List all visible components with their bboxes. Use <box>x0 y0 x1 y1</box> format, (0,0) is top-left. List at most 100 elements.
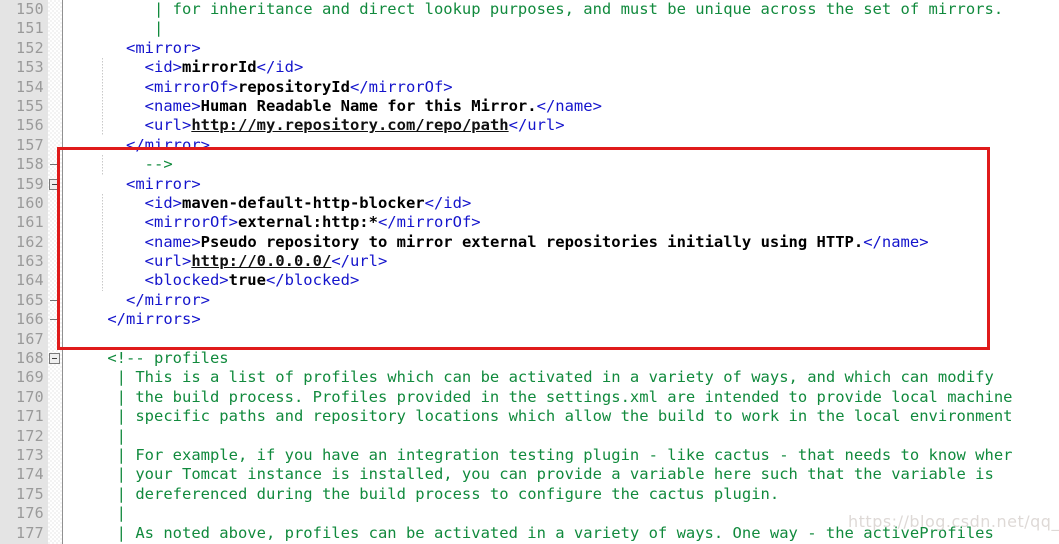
line-number: 173 <box>16 445 44 464</box>
code-token-cmt: <!-- profiles <box>70 349 229 368</box>
code-token-txt: mirrorId <box>181 58 257 77</box>
code-token-cmt: | For example, if you have an integratio… <box>70 445 1013 464</box>
code-line[interactable]: | dereferenced during the build process … <box>63 485 1059 504</box>
code-line[interactable]: | For example, if you have an integratio… <box>63 446 1059 465</box>
code-token-txt: Human Readable Name for this Mirror. <box>200 96 537 115</box>
code-token-tag: </blocked> <box>265 271 360 290</box>
fold-range-icon[interactable] <box>49 310 62 329</box>
code-token-cmt: | <box>70 19 164 38</box>
code-token-url[interactable]: http://my.repository.com/repo/path <box>191 116 508 134</box>
code-line[interactable]: </mirror> <box>63 136 1059 155</box>
fold-range-icon[interactable] <box>49 155 62 174</box>
line-number: 162 <box>16 232 44 251</box>
line-number: 167 <box>16 329 44 348</box>
code-token-tag: </mirrorOf> <box>349 77 453 96</box>
watermark-text: https://blog.csdn.net/qq_45525456 <box>848 512 1059 531</box>
line-number: 150 <box>16 0 44 18</box>
code-token-tag: <mirror> <box>70 174 201 193</box>
code-token-tag: <url> <box>70 252 192 271</box>
code-token-tag: </name> <box>536 96 602 115</box>
code-token-tag: </url> <box>508 116 565 135</box>
code-token-cmt: | for inheritance and direct lookup purp… <box>70 0 1004 18</box>
line-number: 166 <box>16 310 44 329</box>
code-token-tag: </id> <box>424 193 472 212</box>
code-token-cmt: | <box>70 504 126 523</box>
line-number: 154 <box>16 77 44 96</box>
code-line[interactable]: <mirrorOf>repositoryId</mirrorOf> <box>63 78 1059 97</box>
line-number: 153 <box>16 58 44 77</box>
code-line[interactable]: <mirror> <box>63 175 1059 194</box>
code-token-tag: <blocked> <box>70 271 229 290</box>
fold-collapse-icon[interactable] <box>49 349 62 368</box>
line-number: 172 <box>16 426 44 445</box>
minus-icon <box>49 353 60 365</box>
line-number: 175 <box>16 484 44 503</box>
code-token-tag: <name> <box>70 96 201 115</box>
fold-collapse-icon[interactable] <box>49 175 62 194</box>
dash-icon <box>50 300 57 301</box>
code-token-tag: </mirrors> <box>70 310 201 329</box>
code-line[interactable]: <name>Pseudo repository to mirror extern… <box>63 233 1059 252</box>
line-number: 170 <box>16 387 44 406</box>
code-token-tag: </name> <box>863 232 929 251</box>
line-number: 156 <box>16 116 44 135</box>
line-number: 176 <box>16 504 44 523</box>
code-line[interactable]: | This is a list of profiles which can b… <box>63 368 1059 387</box>
code-token-txt: repositoryId <box>237 77 350 96</box>
code-line[interactable]: | specific paths and repository location… <box>63 407 1059 426</box>
code-token-txt: true <box>228 271 266 290</box>
code-token-txt: maven-default-http-blocker <box>181 193 425 212</box>
line-number-column: 150 151 152 153 154 155 156 157 158 159 160 161 162 1… <box>0 0 44 544</box>
code-line[interactable]: <blocked>true</blocked> <box>63 271 1059 290</box>
code-line[interactable]: <id>maven-default-http-blocker</id> <box>63 194 1059 213</box>
code-token-tag: <url> <box>70 116 192 135</box>
code-token-tag: </url> <box>331 252 388 271</box>
code-token-cmt: | specific paths and repository location… <box>70 407 1013 426</box>
code-line[interactable]: </mirror> <box>63 291 1059 310</box>
line-number: 155 <box>16 96 44 115</box>
line-number: 169 <box>16 368 44 387</box>
line-number: 160 <box>16 193 44 212</box>
code-token-cmt: | your Tomcat instance is installed, you… <box>70 465 994 484</box>
code-token-cmt: | <box>70 426 126 445</box>
fold-range-icon[interactable] <box>49 291 62 310</box>
dash-icon <box>50 164 57 166</box>
code-token-tag: <mirrorOf> <box>70 77 238 96</box>
code-token-cmt: --> <box>70 155 173 174</box>
code-line[interactable]: <mirrorOf>external:http:*</mirrorOf> <box>63 213 1059 232</box>
code-line[interactable]: | <box>63 19 1059 38</box>
code-line[interactable]: <id>mirrorId</id> <box>63 58 1059 77</box>
code-editor[interactable]: | for inheritance and direct lookup purp… <box>0 0 1059 544</box>
code-line[interactable]: | <box>63 427 1059 446</box>
line-number: 164 <box>16 271 44 290</box>
code-line[interactable]: <url>http://0.0.0.0/</url> <box>63 252 1059 271</box>
code-line[interactable]: | for inheritance and direct lookup purp… <box>63 0 1059 19</box>
line-number: 163 <box>16 252 44 271</box>
code-token-cmt: | dereferenced during the build process … <box>70 484 780 503</box>
code-line[interactable]: | your Tomcat instance is installed, you… <box>63 465 1059 484</box>
code-line[interactable]: --> <box>63 155 1059 174</box>
code-line[interactable]: <!-- profiles <box>63 349 1059 368</box>
code-line[interactable]: | the build process. Profiles provided i… <box>63 388 1059 407</box>
line-number: 174 <box>16 465 44 484</box>
code-line[interactable]: <url>http://my.repository.com/repo/path<… <box>63 116 1059 135</box>
code-token-tag: <id> <box>70 193 182 212</box>
line-number: 158 <box>16 155 44 174</box>
code-token-tag: </id> <box>256 58 304 77</box>
code-line[interactable] <box>63 330 1059 349</box>
line-number: 151 <box>16 19 44 38</box>
indent-guide <box>102 155 103 175</box>
line-number: 152 <box>16 38 44 57</box>
line-number: 161 <box>16 213 44 232</box>
code-token-tag: <id> <box>70 58 182 77</box>
code-line[interactable]: <name>Human Readable Name for this Mirro… <box>63 97 1059 116</box>
code-line[interactable]: </mirrors> <box>63 310 1059 329</box>
code-token-tag: <name> <box>70 232 201 251</box>
code-token-tag: </mirror> <box>70 135 210 154</box>
code-line[interactable]: <mirror> <box>63 39 1059 58</box>
code-content-area[interactable]: | for inheritance and direct lookup purp… <box>63 0 1059 544</box>
line-number: 159 <box>16 174 44 193</box>
line-number: 171 <box>16 407 44 426</box>
code-folding-column[interactable] <box>49 0 63 544</box>
code-token-url[interactable]: http://0.0.0.0/ <box>191 252 331 270</box>
